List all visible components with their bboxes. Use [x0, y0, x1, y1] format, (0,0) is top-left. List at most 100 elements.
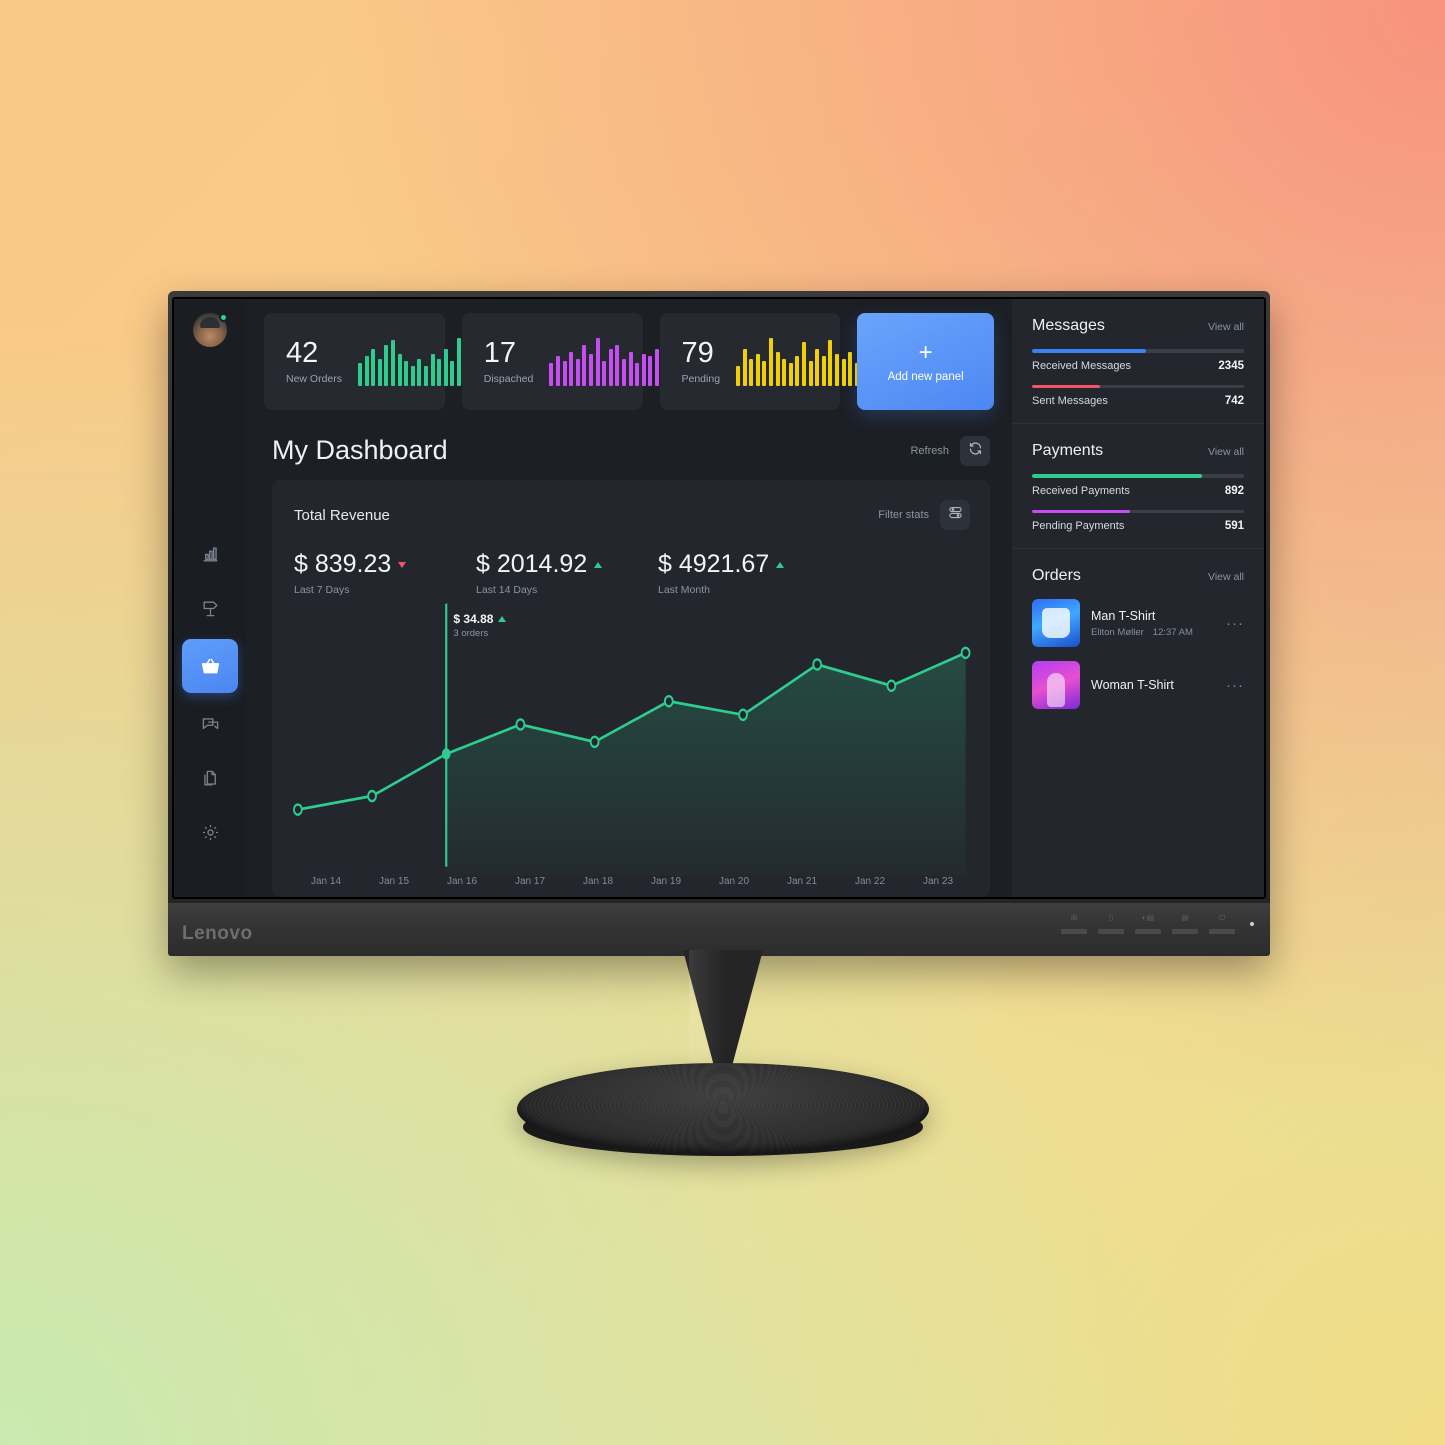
chart-x-tick: Jan 16 — [446, 876, 478, 887]
chart-point — [960, 646, 971, 660]
sidebar-item-messages[interactable] — [182, 701, 238, 747]
chart-point — [292, 803, 303, 816]
dashboard-header: My Dashboard Refresh — [246, 410, 1012, 480]
chart-x-tick: Jan 18 — [582, 876, 614, 887]
chart-point-active — [441, 748, 451, 760]
messages-title: Messages — [1032, 317, 1105, 334]
messages-metric-name: Received Messages — [1032, 359, 1132, 372]
orders-view-all[interactable]: View all — [1208, 571, 1244, 583]
add-new-panel-button[interactable]: + Add new panel — [857, 313, 994, 410]
order-menu-button[interactable]: ··· — [1226, 678, 1244, 693]
chart-x-tick: Jan 21 — [786, 876, 818, 887]
order-menu-button[interactable]: ··· — [1226, 616, 1244, 631]
chart-point — [367, 789, 377, 803]
payments-metric-value: 892 — [1224, 484, 1244, 497]
sidebar-item-analytics[interactable] — [182, 531, 238, 577]
osd-button-power[interactable]: ⏻ — [1209, 914, 1235, 934]
messages-progress-fill — [1032, 349, 1147, 353]
right-panel: Messages View all Received Messages 2345 S… — [1012, 299, 1264, 897]
refresh-button[interactable] — [960, 435, 990, 466]
order-list-item[interactable]: Woman T-Shirt ··· — [1032, 661, 1244, 709]
messages-header: Messages View all — [1032, 317, 1244, 335]
chart-point — [515, 718, 526, 731]
stat-card-label: Pending — [681, 373, 721, 386]
order-time: 12:37 AM — [1152, 626, 1193, 638]
chart-x-tick: Jan 20 — [718, 876, 750, 887]
chart-x-tick: Jan 19 — [650, 876, 682, 887]
stat-card-value: 17 — [483, 336, 517, 369]
payments-section: Payments View all Received Payments 892 Pe… — [1012, 424, 1264, 549]
stat-card[interactable]: 42 New Orders — [264, 313, 514, 410]
sidebar-item-campaigns[interactable] — [182, 585, 238, 631]
chart-point — [663, 694, 674, 708]
dashboard-app: 42 New Orders 17 Dispached 79 Pending + Add new… — [174, 299, 1264, 897]
stat-card[interactable]: 17 Dispached — [461, 313, 686, 410]
order-info: Woman T-Shirt — [1091, 678, 1215, 692]
osd-button-brightness[interactable]: ◐▤ — [1135, 914, 1161, 934]
payments-header: Payments View all — [1032, 442, 1244, 460]
revenue-figure: $ 839.23 Last 7 Days — [294, 550, 476, 596]
payments-progress-fill — [1032, 509, 1130, 513]
payments-metrics: Received Payments 892 Pending Payments 591 — [1032, 474, 1244, 532]
signpost-icon — [201, 599, 220, 618]
chart-point — [738, 708, 748, 722]
avatar[interactable] — [193, 313, 228, 347]
page-title: My Dashboard — [272, 435, 448, 465]
orders-title: Orders — [1032, 567, 1081, 584]
payments-progress-track — [1032, 509, 1244, 513]
chart-point — [886, 679, 897, 693]
payments-title: Payments — [1032, 442, 1104, 459]
payments-metric: Received Payments 892 — [1032, 474, 1244, 497]
messages-metric: Received Messages 2345 — [1032, 349, 1244, 372]
revenue-actions: Filter stats — [878, 500, 970, 530]
order-customer: Eliton Møller — [1091, 626, 1144, 638]
messages-progress-track — [1032, 349, 1244, 353]
main-content: 42 New Orders 17 Dispached 79 Pending + Add new… — [246, 299, 1012, 897]
chart-x-tick: Jan 14 — [310, 876, 342, 887]
brand-logo: Lenovo — [182, 923, 253, 944]
revenue-chart[interactable]: $ 34.88 3 orders — [272, 600, 990, 876]
osd-button-settings[interactable]: ▤ — [1172, 914, 1198, 934]
chart-x-axis: Jan 14 Jan 15 Jan 16 Jan 17 Jan 18 Jan 19 Jan … — [272, 876, 990, 897]
chart-x-tick: Jan 15 — [378, 876, 410, 887]
refresh-label: Refresh — [910, 444, 949, 457]
messages-progress-fill — [1032, 384, 1100, 388]
osd-controls: ⊞ ▯ ◐▤ ▤ ⏻ — [1061, 914, 1254, 934]
stat-cards-row: 42 New Orders 17 Dispached 79 Pending + Add new… — [246, 299, 1012, 410]
stat-card-text: 17 Dispached — [483, 336, 534, 385]
payments-progress-fill — [1032, 474, 1202, 478]
bar-chart-icon — [201, 545, 220, 564]
messages-view-all[interactable]: View all — [1208, 321, 1244, 333]
sidebar-item-orders[interactable] — [182, 639, 238, 693]
payments-metric-name: Pending Payments — [1032, 520, 1125, 532]
revenue-figures: $ 839.23 Last 7 Days $ 2014.92 Last 14 Days… — [272, 530, 990, 596]
osd-button-menu[interactable]: ▯ — [1098, 914, 1124, 934]
payments-metric-value: 591 — [1224, 520, 1244, 532]
chart-x-tick: Jan 22 — [854, 876, 886, 887]
osd-button-input[interactable]: ⊞ — [1061, 914, 1087, 934]
app-sidebar — [174, 299, 246, 897]
revenue-figure-value-row: $ 2014.92 — [476, 550, 658, 579]
payments-metric-row: Received Payments 892 — [1032, 485, 1244, 497]
payments-view-all[interactable]: View all — [1208, 446, 1244, 458]
sidebar-item-documents[interactable] — [182, 755, 238, 801]
revenue-title: Total Revenue — [294, 506, 390, 524]
order-info: Man T-Shirt Eliton Møller 12:37 AM — [1091, 609, 1215, 638]
stat-card-label: New Orders — [286, 373, 343, 386]
stat-card[interactable]: 79 Pending — [659, 313, 899, 410]
order-list-item[interactable]: Man T-Shirt Eliton Møller 12:37 AM ··· — [1032, 599, 1244, 647]
messages-section: Messages View all Received Messages 2345 S… — [1012, 299, 1264, 424]
revenue-figure-value-row: $ 4921.67 — [658, 550, 840, 579]
revenue-figure-period: Last 7 Days — [294, 584, 350, 596]
sidebar-item-settings[interactable] — [182, 809, 238, 855]
plus-icon: + — [918, 338, 933, 366]
revenue-chart-svg — [292, 603, 971, 876]
revenue-figure-period: Last 14 Days — [476, 584, 538, 596]
revenue-figure: $ 2014.92 Last 14 Days — [476, 550, 658, 596]
stat-card-value: 42 — [286, 336, 319, 369]
messages-metric-value: 742 — [1224, 395, 1244, 407]
revenue-figure-value: $ 839.23 — [294, 550, 392, 578]
trend-up-icon — [594, 561, 603, 568]
filter-stats-button[interactable] — [940, 500, 970, 530]
chart-x-tick: Jan 17 — [514, 876, 546, 887]
